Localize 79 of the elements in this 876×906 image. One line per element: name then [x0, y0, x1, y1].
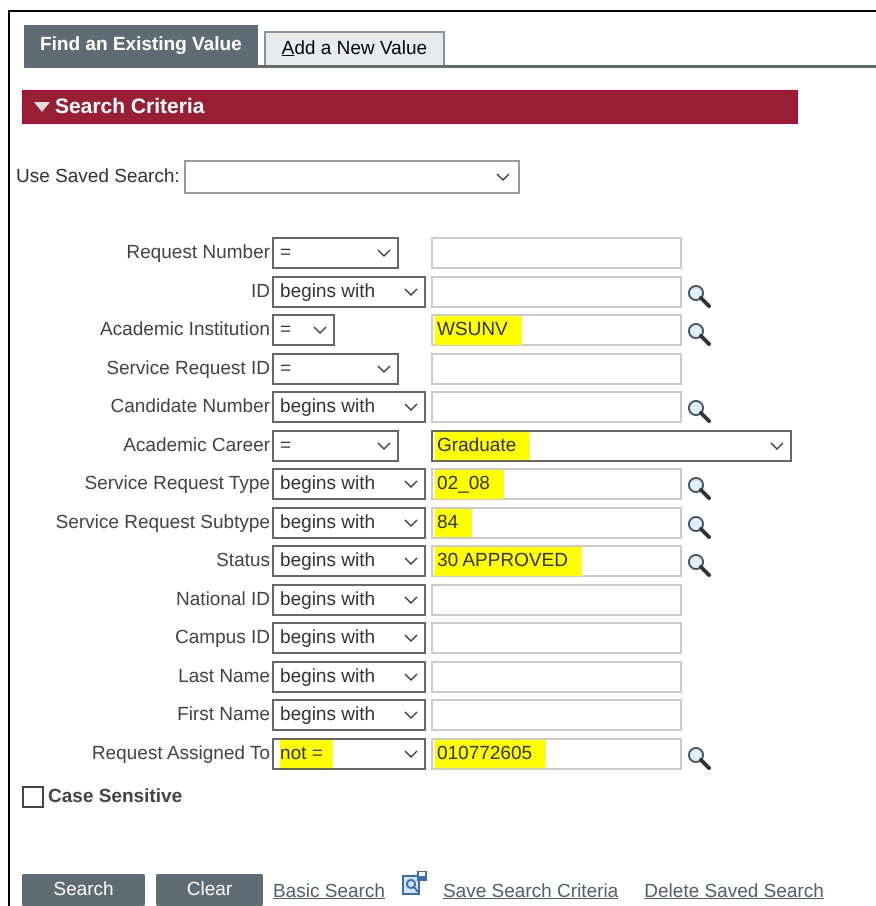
field-label: Status: [215, 549, 270, 573]
caret-icon: [404, 711, 418, 720]
input-field[interactable]: [431, 622, 682, 654]
operator-dropdown[interactable]: begins with: [272, 276, 426, 308]
operator-dropdown[interactable]: begins with: [272, 391, 426, 424]
input-field[interactable]: [431, 391, 682, 424]
caret-icon: [404, 288, 418, 296]
input-field[interactable]: 010772605: [431, 738, 682, 770]
caret-icon: [770, 442, 784, 450]
operator-dropdown[interactable]: begins with: [272, 622, 426, 654]
caret-icon: [404, 480, 418, 488]
search-icon[interactable]: [686, 282, 712, 309]
button[interactable]: Search: [22, 874, 145, 906]
caret-icon: [496, 173, 510, 181]
save-search-icon[interactable]: [400, 870, 429, 898]
search-icon[interactable]: [686, 398, 712, 424]
tab[interactable]: Add a New Value: [264, 31, 446, 65]
input-field[interactable]: [431, 660, 682, 693]
caret-icon: [404, 672, 418, 681]
caret-icon: [404, 518, 418, 527]
input-field[interactable]: [431, 699, 682, 732]
section-title: Search Criteria: [55, 94, 204, 120]
field-label: Campus ID: [174, 626, 270, 650]
link[interactable]: Save Search Criteria: [442, 878, 618, 906]
caret-icon: [404, 403, 418, 412]
field-label: First Name: [176, 703, 270, 727]
caret-icon: [404, 634, 418, 642]
search-icon[interactable]: [686, 514, 712, 540]
search-icon[interactable]: [686, 321, 712, 348]
caret-icon: [404, 596, 418, 604]
input-field[interactable]: 30 APPROVED: [431, 545, 682, 578]
field-label: National ID: [175, 588, 270, 612]
field-label: Use Saved Search:: [16, 164, 180, 189]
operator-dropdown[interactable]: =: [272, 430, 399, 462]
field-label: ID: [250, 280, 270, 304]
caret-icon: [313, 326, 327, 334]
input-field[interactable]: 02_08: [431, 468, 682, 500]
caret-icon: [404, 750, 418, 758]
operator-dropdown[interactable]: not =: [272, 738, 426, 770]
field-label: Academic Career: [122, 434, 270, 458]
checkbox[interactable]: [22, 786, 44, 808]
field-label: Last Name: [177, 664, 270, 688]
operator-dropdown[interactable]: begins with: [272, 545, 426, 578]
operator-dropdown[interactable]: =: [272, 237, 399, 270]
input-field[interactable]: [431, 352, 682, 385]
caret-icon: [377, 442, 391, 450]
operator-dropdown[interactable]: =: [272, 314, 335, 346]
input-field[interactable]: WSUNV: [431, 314, 682, 346]
field-label: Service Request Subtype: [54, 510, 270, 534]
field-label: Academic Institution: [98, 318, 270, 342]
field-label: Request Number: [125, 241, 270, 265]
saved-search-dropdown[interactable]: [184, 160, 520, 194]
field-label: Candidate Number: [110, 395, 270, 419]
input-field[interactable]: 84: [431, 506, 682, 539]
button[interactable]: Clear: [156, 874, 263, 906]
operator-dropdown[interactable]: begins with: [272, 468, 426, 500]
field-label: Request Assigned To: [90, 742, 270, 766]
career-dropdown[interactable]: Graduate: [431, 430, 792, 462]
caret-icon: [404, 557, 418, 566]
operator-dropdown[interactable]: begins with: [272, 699, 426, 732]
caret-icon: [377, 364, 391, 373]
input-field[interactable]: [431, 276, 682, 308]
operator-dropdown[interactable]: =: [272, 352, 399, 385]
link[interactable]: Delete Saved Search: [644, 878, 824, 906]
field-label: Service Request ID: [105, 356, 270, 380]
tab[interactable]: Find an Existing Value: [24, 25, 258, 65]
operator-dropdown[interactable]: begins with: [272, 584, 426, 616]
link[interactable]: Basic Search: [273, 878, 385, 906]
search-icon[interactable]: [686, 475, 712, 502]
input-field[interactable]: [431, 237, 682, 270]
field-label: Service Request Type: [83, 472, 270, 496]
checkbox-label: Case Sensitive: [48, 785, 182, 809]
operator-dropdown[interactable]: begins with: [272, 506, 426, 539]
search-icon[interactable]: [686, 744, 712, 771]
input-field[interactable]: [431, 584, 682, 616]
collapse-triangle-icon[interactable]: [33, 101, 51, 113]
caret-icon: [377, 249, 391, 258]
operator-dropdown[interactable]: begins with: [272, 660, 426, 693]
search-icon[interactable]: [686, 552, 712, 578]
